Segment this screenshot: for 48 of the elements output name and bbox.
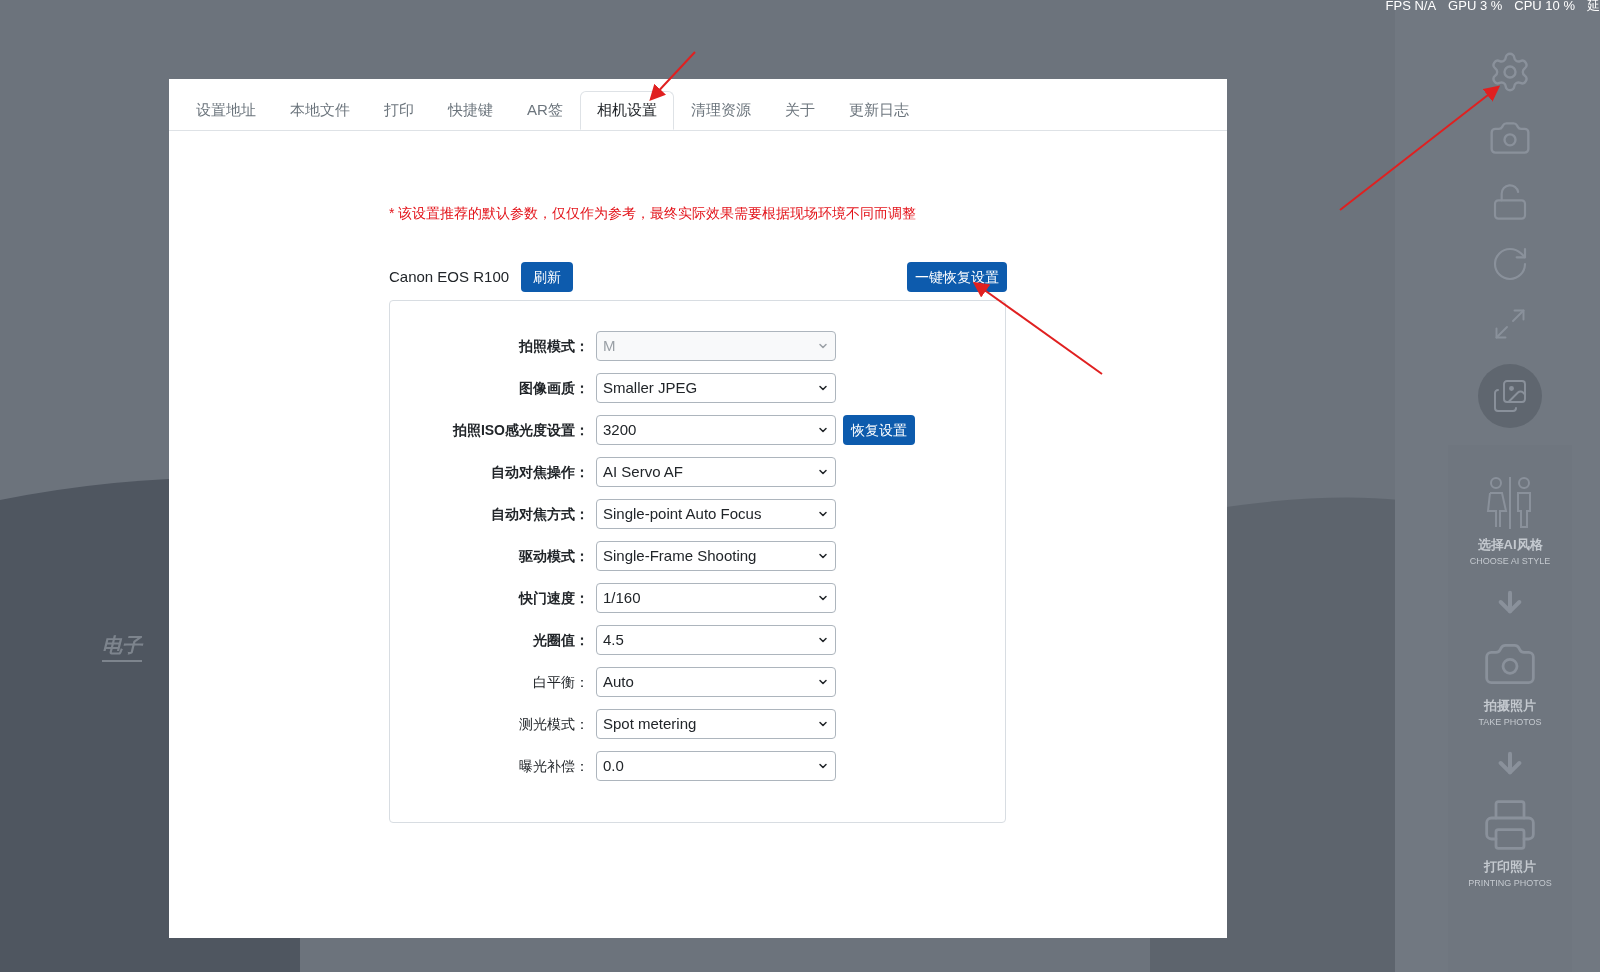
field-label: 自动对焦操作： bbox=[490, 462, 589, 482]
printer-icon bbox=[1482, 797, 1538, 853]
field-label: 测光模式： bbox=[518, 714, 589, 734]
field-label: 拍照模式： bbox=[518, 336, 589, 356]
select-field[interactable]: 4.5 bbox=[596, 625, 836, 655]
step-title: 打印照片 bbox=[1484, 858, 1536, 876]
select-field[interactable]: Auto bbox=[596, 667, 836, 697]
tab[interactable]: 清理资源 bbox=[673, 91, 768, 130]
tab[interactable]: 打印 bbox=[367, 91, 431, 130]
refresh-button[interactable]: 刷新 bbox=[521, 262, 574, 292]
step-title: 选择AI风格 bbox=[1477, 536, 1543, 554]
tab[interactable]: 快捷键 bbox=[431, 91, 510, 130]
select-field[interactable]: Single-Frame Shooting bbox=[596, 541, 836, 571]
select-field[interactable]: 3200 bbox=[596, 415, 836, 445]
field-label: 白平衡： bbox=[532, 672, 589, 692]
notice-text: * 该设置推荐的默认参数，仅仅作为参考，最终实际效果需要根据现场环境不同而调整 bbox=[389, 204, 918, 223]
field-label: 图像画质： bbox=[518, 378, 589, 398]
tab[interactable]: 本地文件 bbox=[273, 91, 367, 130]
field-label: 光圈值： bbox=[532, 630, 589, 650]
field-label: 快门速度： bbox=[517, 588, 589, 608]
reset-button[interactable]: 恢复设置 bbox=[843, 415, 915, 445]
gallery-icon bbox=[1492, 378, 1528, 414]
expand-icon[interactable] bbox=[1492, 306, 1528, 342]
camera-model: Canon EOS R100 bbox=[389, 266, 510, 287]
field-label: 拍照ISO感光度设置： bbox=[451, 420, 589, 440]
step-subtitle: PRINTING PHOTOS bbox=[1468, 876, 1552, 890]
step-subtitle: CHOOSE AI STYLE bbox=[1469, 554, 1551, 568]
tab[interactable]: 关于 bbox=[767, 91, 832, 130]
field-label: 自动对焦方式： bbox=[490, 504, 589, 524]
select-field[interactable]: 0.0 bbox=[596, 751, 836, 781]
status-text: CPU 10 % bbox=[1514, 0, 1575, 15]
tab[interactable]: AR签 bbox=[510, 91, 580, 130]
field-label: 曝光补偿： bbox=[518, 756, 589, 776]
tab[interactable]: 设置地址 bbox=[179, 91, 273, 130]
reset-all-button[interactable]: 一键恢复设置 bbox=[907, 262, 1007, 292]
tab[interactable]: 相机设置 bbox=[579, 91, 674, 130]
select-field[interactable]: 1/160 bbox=[596, 583, 836, 613]
select-field[interactable]: AI Servo AF bbox=[596, 457, 836, 487]
select-field[interactable]: Spot metering bbox=[596, 709, 836, 739]
status-text: 延 bbox=[1587, 0, 1600, 15]
step-title: 拍摄照片 bbox=[1484, 697, 1536, 715]
status-text: GPU 3 % bbox=[1448, 0, 1503, 15]
status-text: FPS N/A bbox=[1385, 0, 1437, 15]
select-field[interactable]: Single-point Auto Focus bbox=[596, 499, 836, 529]
tab[interactable]: 更新日志 bbox=[831, 91, 926, 130]
step-subtitle: TAKE PHOTOS bbox=[1478, 715, 1542, 729]
select-field[interactable]: Smaller JPEG bbox=[596, 373, 836, 403]
field-label: 驱动模式： bbox=[518, 546, 589, 566]
